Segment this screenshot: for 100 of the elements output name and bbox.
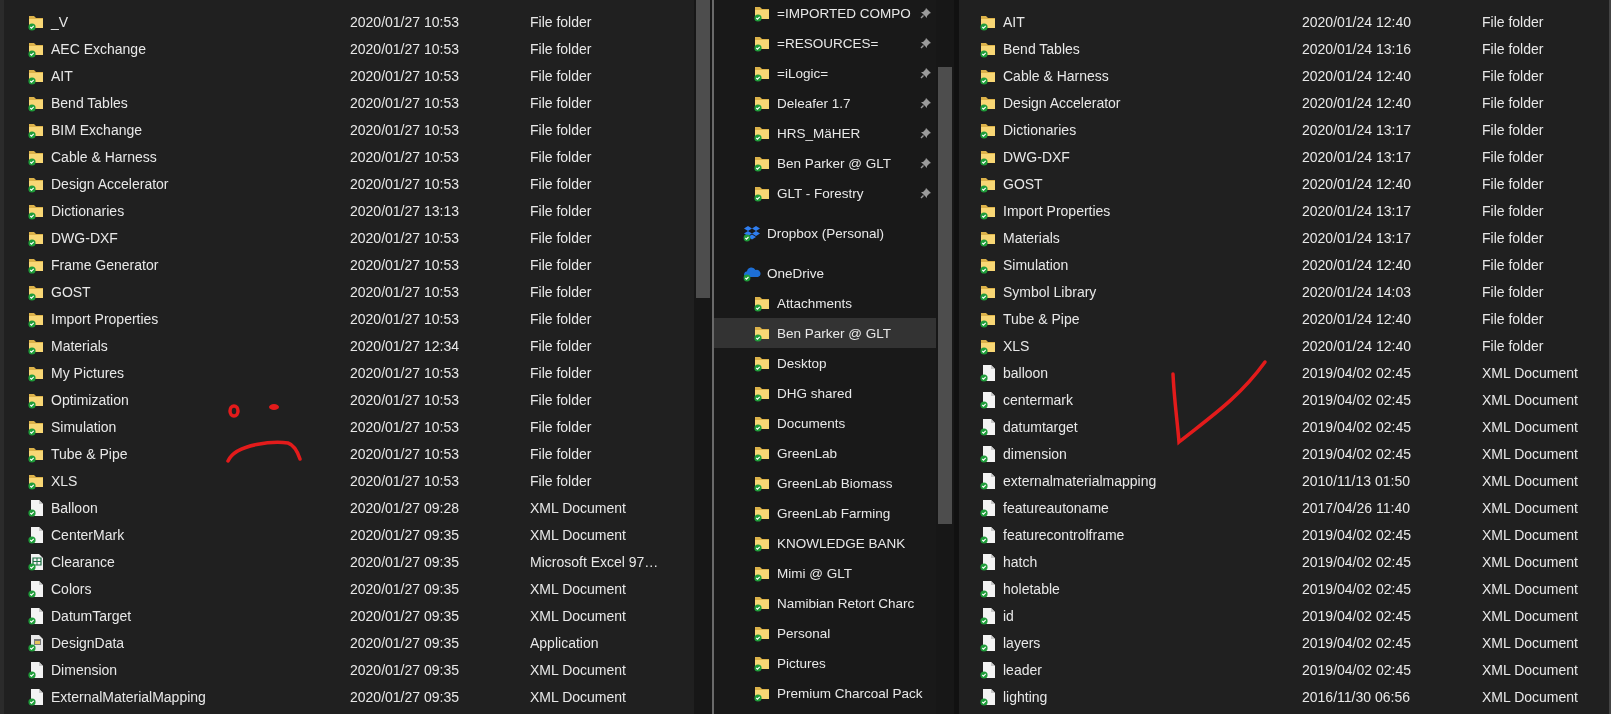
file-name[interactable]: lighting — [1003, 688, 1302, 705]
navigation-item[interactable]: Dropbox (Personal) — [714, 218, 936, 248]
file-name[interactable]: Tube & Pipe — [51, 445, 350, 462]
navigation-item[interactable]: OneDrive — [714, 258, 936, 288]
navigation-item[interactable]: =RESOURCES= — [714, 28, 936, 58]
file-name[interactable]: GOST — [1003, 175, 1302, 192]
navigation-item[interactable]: DHG shared — [714, 378, 936, 408]
file-type: File folder — [1482, 13, 1544, 30]
file-name[interactable]: Cable & Harness — [51, 148, 350, 165]
file-name[interactable]: Dictionaries — [51, 202, 350, 219]
navigation-item[interactable]: Premium Charcoal Pack — [714, 678, 936, 708]
navigation-item[interactable]: GreenLab Biomass — [714, 468, 936, 498]
pin-icon[interactable] — [920, 67, 932, 79]
scrollbar-thumb[interactable] — [696, 0, 710, 298]
file-name[interactable]: DWG-DXF — [51, 229, 350, 246]
navigation-item[interactable]: HRS_MäHER — [714, 118, 936, 148]
file-name[interactable]: Design Accelerator — [51, 175, 350, 192]
pin-icon[interactable] — [920, 187, 932, 199]
file-name[interactable]: Symbol Library — [1003, 283, 1302, 300]
file-name[interactable]: Dimension — [51, 661, 350, 678]
date-modified: 2020/01/27 09:35 — [350, 688, 460, 705]
file-name[interactable]: Simulation — [51, 418, 350, 435]
file-type: XML Document — [1482, 418, 1578, 435]
navigation-item[interactable]: Pictures — [714, 648, 936, 678]
file-name[interactable]: Tube & Pipe — [1003, 310, 1302, 327]
file-type: XML Document — [1482, 607, 1578, 624]
file-name[interactable]: Cable & Harness — [1003, 67, 1302, 84]
date-modified: 2020/01/24 12:40 — [1302, 256, 1412, 273]
file-name[interactable]: ExternalMaterialMapping — [51, 688, 350, 705]
date-modified: 2019/04/02 02:45 — [1302, 364, 1412, 381]
file-type: XML Document — [1482, 688, 1578, 705]
file-name[interactable]: leader — [1003, 661, 1302, 678]
navigation-item[interactable]: Attachments — [714, 288, 936, 318]
file-name[interactable]: DWG-DXF — [1003, 148, 1302, 165]
file-name[interactable]: centermark — [1003, 391, 1302, 408]
file-name[interactable]: datumtarget — [1003, 418, 1302, 435]
date-modified: 2020/01/27 10:53 — [350, 391, 460, 408]
navigation-item[interactable]: Namibian Retort Charc — [714, 588, 936, 618]
file-name[interactable]: Clearance — [51, 553, 350, 570]
file-name[interactable]: Colors — [51, 580, 350, 597]
pin-icon[interactable] — [920, 127, 932, 139]
navigation-item[interactable]: Mimi @ GLT — [714, 558, 936, 588]
navigation-item[interactable]: Deleafer 1.7 — [714, 88, 936, 118]
file-name[interactable]: GOST — [51, 283, 350, 300]
navigation-item[interactable]: GLT - Forestry — [714, 178, 936, 208]
file-name[interactable]: My Pictures — [51, 364, 350, 381]
pin-icon[interactable] — [920, 97, 932, 109]
pin-icon[interactable] — [920, 7, 932, 19]
file-name[interactable]: Simulation — [1003, 256, 1302, 273]
file-name[interactable]: Import Properties — [51, 310, 350, 327]
file-name[interactable]: Optimization — [51, 391, 350, 408]
date-modified: 2020/01/27 12:34 — [350, 337, 460, 354]
file-name[interactable]: Frame Generator — [51, 256, 350, 273]
navigation-item[interactable]: GreenLab — [714, 438, 936, 468]
file-name[interactable]: externalmaterialmapping — [1003, 472, 1302, 489]
file-name[interactable]: Design Accelerator — [1003, 94, 1302, 111]
file-name[interactable]: DatumTarget — [51, 607, 350, 624]
file-type: File folder — [1482, 40, 1544, 57]
file-name[interactable]: balloon — [1003, 364, 1302, 381]
file-name[interactable]: AEC Exchange — [51, 40, 350, 57]
navigation-item[interactable]: =IMPORTED COMPO — [714, 0, 936, 28]
navigation-item[interactable]: =iLogic= — [714, 58, 936, 88]
file-name[interactable]: id — [1003, 607, 1302, 624]
file-name[interactable]: XLS — [1003, 337, 1302, 354]
date-modified: 2020/01/24 12:40 — [1302, 310, 1412, 327]
file-name[interactable]: Balloon — [51, 499, 350, 516]
pin-icon[interactable] — [920, 37, 932, 49]
navigation-item[interactable]: KNOWLEDGE BANK — [714, 528, 936, 558]
navigation-label: Namibian Retort Charc — [777, 595, 915, 611]
file-name[interactable]: holetable — [1003, 580, 1302, 597]
file-type: XML Document — [1482, 526, 1578, 543]
navigation-item[interactable]: Documents — [714, 408, 936, 438]
file-name[interactable]: Bend Tables — [1003, 40, 1302, 57]
file-name[interactable]: BIM Exchange — [51, 121, 350, 138]
pin-icon[interactable] — [920, 157, 932, 169]
navigation-item[interactable]: Ben Parker @ GLT — [714, 148, 936, 178]
date-modified: 2019/04/02 02:45 — [1302, 661, 1412, 678]
file-name[interactable]: AIT — [1003, 13, 1302, 30]
file-name[interactable]: Bend Tables — [51, 94, 350, 111]
file-name[interactable]: AIT — [51, 67, 350, 84]
navigation-item[interactable]: GreenLab Farming — [714, 498, 936, 528]
navigation-label: OneDrive — [767, 265, 825, 281]
file-name[interactable]: featurecontrolframe — [1003, 526, 1302, 543]
file-name[interactable]: hatch — [1003, 553, 1302, 570]
navigation-item[interactable]: Ben Parker @ GLT — [714, 318, 936, 348]
file-name[interactable]: dimension — [1003, 445, 1302, 462]
scrollbar-thumb[interactable] — [938, 67, 952, 524]
file-name[interactable]: Materials — [51, 337, 350, 354]
file-name[interactable]: layers — [1003, 634, 1302, 651]
file-name[interactable]: Materials — [1003, 229, 1302, 246]
navigation-label: GreenLab Farming — [777, 505, 891, 521]
file-name[interactable]: _V — [51, 13, 350, 30]
file-name[interactable]: DesignData — [51, 634, 350, 651]
file-name[interactable]: featureautoname — [1003, 499, 1302, 516]
file-name[interactable]: CenterMark — [51, 526, 350, 543]
navigation-item[interactable]: Desktop — [714, 348, 936, 378]
file-name[interactable]: Dictionaries — [1003, 121, 1302, 138]
navigation-item[interactable]: Personal — [714, 618, 936, 648]
file-name[interactable]: Import Properties — [1003, 202, 1302, 219]
file-name[interactable]: XLS — [51, 472, 350, 489]
